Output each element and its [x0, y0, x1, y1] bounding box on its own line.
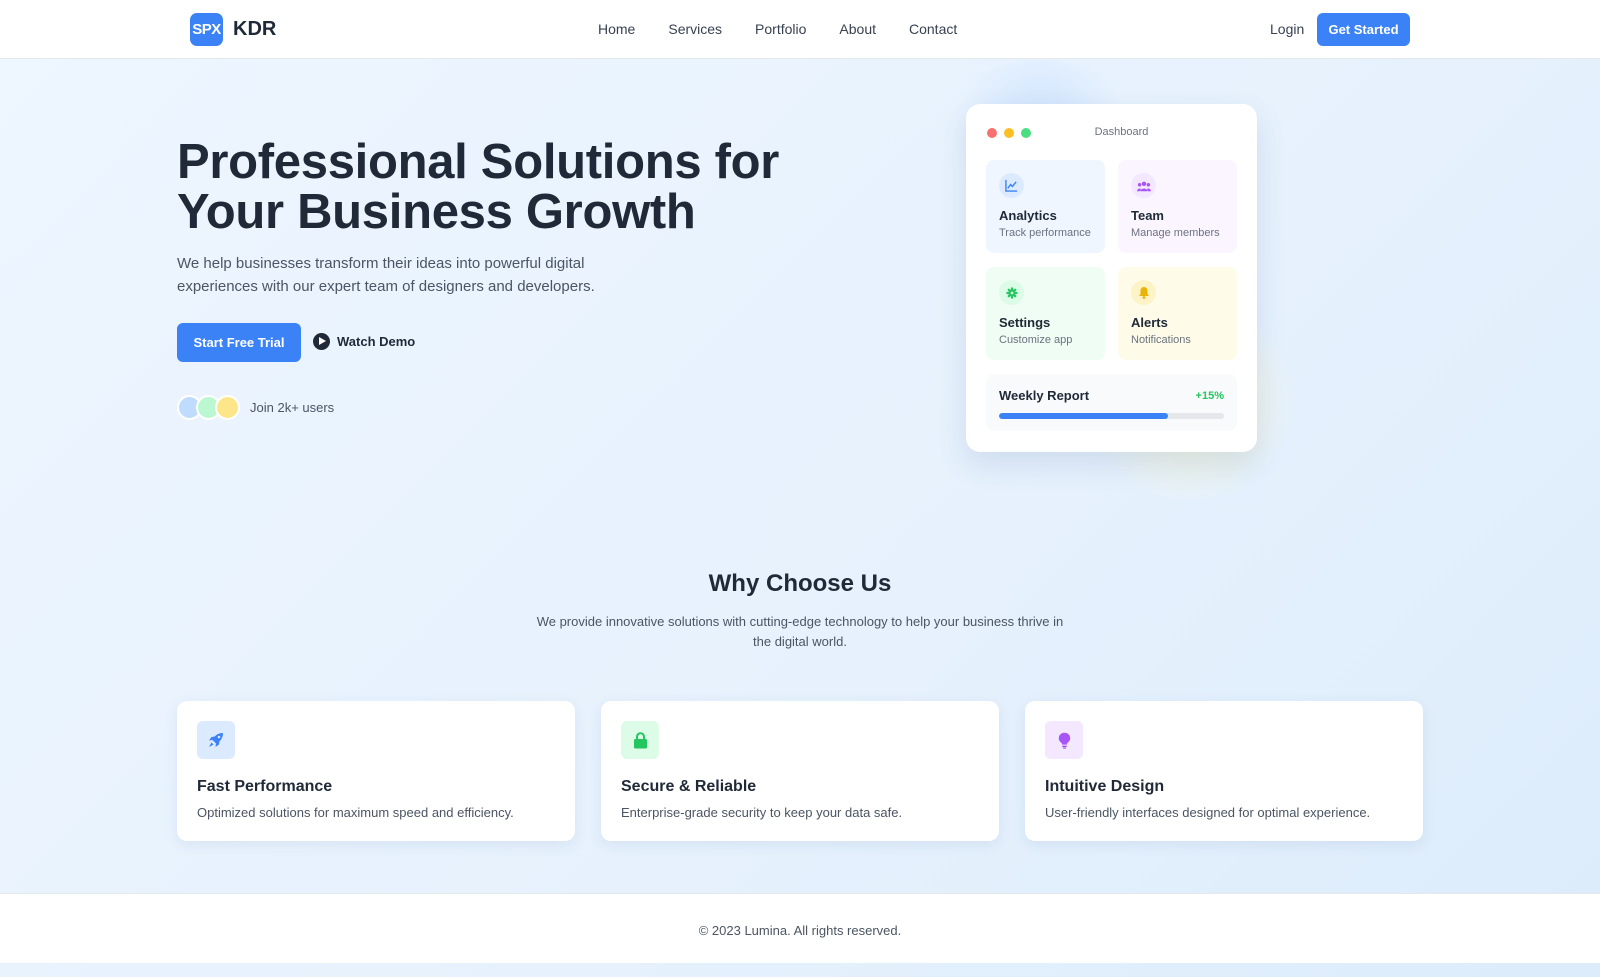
- report-change-badge: +15%: [1195, 390, 1224, 402]
- watch-demo-label: Watch Demo: [337, 334, 416, 349]
- users-icon: [1131, 173, 1156, 198]
- dashboard-preview-card: Dashboard Analytics Track performance Te…: [966, 104, 1257, 452]
- rocket-icon: [197, 721, 235, 759]
- feature-card-security: Secure & Reliable Enterprise-grade secur…: [601, 701, 999, 841]
- user-avatars: Join 2k+ users: [177, 395, 334, 420]
- feature-desc: Optimized solutions for maximum speed an…: [197, 805, 514, 820]
- feature-title: Intuitive Design: [1045, 778, 1165, 795]
- feature-title: Secure & Reliable: [621, 778, 757, 795]
- tile-alerts[interactable]: Alerts Notifications: [1118, 267, 1237, 360]
- tile-name: Alerts: [1131, 315, 1168, 330]
- nav-link-about[interactable]: About: [839, 21, 876, 37]
- watch-demo-button[interactable]: Watch Demo: [313, 333, 415, 350]
- start-free-trial-button[interactable]: Start Free Trial: [177, 323, 301, 362]
- logo[interactable]: SPX KDR: [190, 13, 276, 46]
- dashboard-title: Dashboard: [1094, 126, 1149, 138]
- lock-icon: [621, 721, 659, 759]
- tile-analytics[interactable]: Analytics Track performance: [986, 160, 1105, 253]
- report-progress-fill: [999, 413, 1168, 419]
- play-icon: [313, 333, 330, 350]
- bell-icon: [1131, 280, 1156, 305]
- hero-title-line1: Professional Solutions for: [177, 135, 780, 189]
- tile-desc: Track performance: [999, 227, 1091, 239]
- tile-team[interactable]: Team Manage members: [1118, 160, 1237, 253]
- hero-title-line2: Your Business Growth: [177, 185, 696, 239]
- feature-desc: User-friendly interfaces designed for op…: [1045, 805, 1371, 820]
- feature-card-design: Intuitive Design User-friendly interface…: [1025, 701, 1423, 841]
- why-section-subtitle: We provide innovative solutions with cut…: [536, 614, 1064, 649]
- tile-desc: Manage members: [1131, 227, 1220, 239]
- get-started-button[interactable]: Get Started: [1317, 13, 1410, 46]
- nav-links: Home Services Portfolio About Contact: [598, 21, 990, 37]
- nav-link-contact[interactable]: Contact: [909, 21, 957, 37]
- gear-icon: [999, 280, 1024, 305]
- tile-desc: Customize app: [999, 334, 1073, 346]
- feature-desc: Enterprise-grade security to keep your d…: [621, 805, 903, 820]
- avatar: [215, 395, 240, 420]
- tile-name: Analytics: [999, 208, 1057, 223]
- nav-link-home[interactable]: Home: [598, 21, 635, 37]
- why-section-title: Why Choose Us: [708, 570, 892, 597]
- nav-link-portfolio[interactable]: Portfolio: [755, 21, 806, 37]
- chart-line-icon: [999, 173, 1024, 198]
- logo-text: KDR: [233, 18, 277, 40]
- lightbulb-icon: [1045, 721, 1083, 759]
- tile-desc: Notifications: [1131, 334, 1191, 346]
- logo-mark: SPX: [190, 13, 223, 46]
- report-progress-track: [999, 413, 1224, 419]
- weekly-report[interactable]: Weekly Report +15%: [986, 374, 1237, 431]
- hero-subtitle: We help businesses transform their ideas…: [177, 255, 595, 295]
- footer: © 2023 Lumina. All rights reserved.: [0, 893, 1600, 963]
- top-navbar: SPX KDR Home Services Portfolio About Co…: [0, 0, 1600, 59]
- users-count-text: Join 2k+ users: [250, 400, 335, 415]
- nav-link-services[interactable]: Services: [668, 21, 722, 37]
- tile-name: Team: [1131, 208, 1164, 223]
- footer-copyright: © 2023 Lumina. All rights reserved.: [698, 923, 902, 938]
- tile-name: Settings: [999, 315, 1051, 330]
- tile-settings[interactable]: Settings Customize app: [986, 267, 1105, 360]
- feature-card-performance: Fast Performance Optimized solutions for…: [177, 701, 575, 841]
- login-link[interactable]: Login: [1270, 21, 1304, 37]
- report-title: Weekly Report: [999, 388, 1090, 403]
- feature-title: Fast Performance: [197, 778, 333, 795]
- hero-title: Professional Solutions for Your Business…: [177, 137, 817, 237]
